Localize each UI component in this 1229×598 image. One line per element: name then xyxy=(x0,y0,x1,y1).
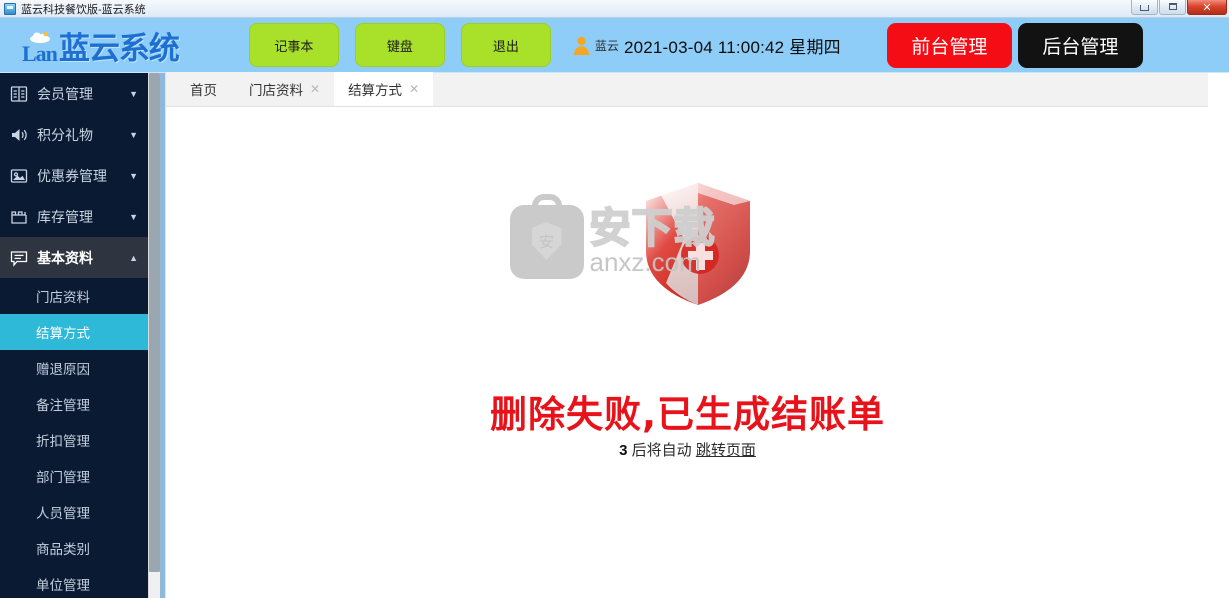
watermark-shield-icon: 安 xyxy=(531,222,562,260)
speech-bubble-icon xyxy=(8,248,30,268)
sidebar-subitem-settlement-method[interactable]: 结算方式 xyxy=(0,314,148,350)
back-office-button[interactable]: 后台管理 xyxy=(1017,22,1143,68)
sidebar-item-label: 基本资料 xyxy=(37,249,93,266)
address-book-icon xyxy=(8,84,30,104)
chevron-up-icon: ▲ xyxy=(129,252,138,263)
content-area: 首页 门店资料 ✕ 结算方式 ✕ 安 安下载 anxz.com 删除失败,已生成… xyxy=(165,72,1209,598)
sidebar-subitem-department-management[interactable]: 部门管理 xyxy=(0,458,148,494)
window-right-margin xyxy=(1208,73,1229,598)
tab-store-info[interactable]: 门店资料 ✕ xyxy=(235,72,335,106)
sidebar-subitem-store-info[interactable]: 门店资料 xyxy=(0,278,148,314)
sidebar-item-member-management[interactable]: 会员管理 ▼ xyxy=(0,73,148,114)
sidebar-subitem-remark-management[interactable]: 备注管理 xyxy=(0,386,148,422)
sidebar-navigation: 会员管理 ▼ 积分礼物 ▼ 优惠券管理 ▼ 库存管理 ▼ 基本资料 ▲ 门店资料… xyxy=(0,73,148,598)
app-logo: Lan 蓝云系统 xyxy=(22,25,180,67)
close-button[interactable]: ✕ xyxy=(1187,0,1227,15)
cloud-icon xyxy=(30,31,50,43)
sidebar-item-label: 库存管理 xyxy=(37,208,93,225)
user-name: 蓝云 xyxy=(594,38,619,53)
app-icon xyxy=(4,2,16,15)
countdown-seconds: 3 xyxy=(619,442,628,459)
sidebar-subitem-discount-management[interactable]: 折扣管理 xyxy=(0,422,148,458)
tab-label: 首页 xyxy=(190,83,217,98)
sidebar-item-label: 优惠券管理 xyxy=(37,167,107,184)
maximize-button[interactable] xyxy=(1159,0,1186,15)
sidebar-subitem-staff-management[interactable]: 人员管理 xyxy=(0,494,148,530)
window-controls: ✕ xyxy=(1131,0,1227,15)
logo-text: 蓝云系统 xyxy=(58,31,180,67)
user-info: 蓝云 2021-03-04 11:00:42 星期四 xyxy=(573,33,841,58)
countdown-text: 后将自动 xyxy=(631,442,692,459)
application-window: 蓝云科技餐饮版-蓝云系统 ✕ Lan 蓝云系统 记事本 键盘 退出 蓝云 202… xyxy=(0,0,1229,598)
watermark: 安 安下载 anxz.com xyxy=(509,194,716,279)
tab-close-icon[interactable]: ✕ xyxy=(409,82,419,96)
tab-bar: 首页 门店资料 ✕ 结算方式 ✕ xyxy=(166,72,1209,107)
chevron-down-icon: ▼ xyxy=(129,88,138,99)
mode-switch-buttons: 前台管理 后台管理 xyxy=(886,22,1143,68)
sidebar-item-coupon-management[interactable]: 优惠券管理 ▼ xyxy=(0,155,148,196)
current-datetime: 2021-03-04 11:00:42 星期四 xyxy=(623,37,841,57)
minimize-icon xyxy=(1140,5,1149,11)
hero-graphic: 安 安下载 anxz.com xyxy=(166,183,1209,322)
watermark-box-icon: 安 xyxy=(509,194,584,279)
sidebar-item-label: 积分礼物 xyxy=(37,126,93,143)
sidebar-item-inventory-management[interactable]: 库存管理 ▼ xyxy=(0,196,148,237)
logout-button[interactable]: 退出 xyxy=(460,23,551,67)
inventory-icon xyxy=(8,207,30,227)
tab-label: 结算方式 xyxy=(348,83,403,98)
window-title: 蓝云科技餐饮版-蓝云系统 xyxy=(21,3,146,16)
speaker-icon xyxy=(8,125,30,145)
tab-label: 门店资料 xyxy=(249,83,303,98)
tab-home[interactable]: 首页 xyxy=(166,72,235,106)
app-header: Lan 蓝云系统 记事本 键盘 退出 蓝云 2021-03-04 11:00:4… xyxy=(0,18,1229,73)
sidebar-subitem-product-category[interactable]: 商品类别 xyxy=(0,530,148,566)
message-panel: 安 安下载 anxz.com 删除失败,已生成结账单 3 后将自动 跳转页面 xyxy=(166,107,1209,598)
minimize-button[interactable] xyxy=(1131,0,1158,15)
logo-mark-text: Lan xyxy=(22,41,58,66)
user-icon xyxy=(573,36,590,55)
header-action-buttons: 记事本 键盘 退出 xyxy=(248,23,551,67)
window-title-bar: 蓝云科技餐饮版-蓝云系统 ✕ xyxy=(0,0,1229,18)
tab-settlement-method[interactable]: 结算方式 ✕ xyxy=(334,72,434,106)
sidebar-scrollbar-thumb[interactable] xyxy=(149,73,160,572)
redirect-countdown: 3 后将自动 跳转页面 xyxy=(166,439,1209,460)
sidebar-subitem-return-reason[interactable]: 赠退原因 xyxy=(0,350,148,386)
sidebar-item-points-gift[interactable]: 积分礼物 ▼ xyxy=(0,114,148,155)
chevron-down-icon: ▼ xyxy=(129,170,138,181)
notepad-button[interactable]: 记事本 xyxy=(248,23,339,67)
chevron-down-icon: ▼ xyxy=(129,211,138,222)
maximize-icon xyxy=(1168,3,1177,10)
sidebar-item-label: 会员管理 xyxy=(37,85,93,102)
watermark-handle xyxy=(531,194,562,212)
logo-mark: Lan xyxy=(22,31,58,66)
redirect-link[interactable]: 跳转页面 xyxy=(696,442,756,459)
chevron-down-icon: ▼ xyxy=(129,129,138,140)
watermark-title: 安下载 xyxy=(589,204,716,253)
keyboard-button[interactable]: 键盘 xyxy=(354,23,445,67)
watermark-text: 安下载 anxz.com xyxy=(589,204,716,277)
coupon-image-icon xyxy=(8,166,30,186)
error-message: 删除失败,已生成结账单 xyxy=(489,393,886,436)
front-desk-button[interactable]: 前台管理 xyxy=(886,22,1012,68)
watermark-url: anxz.com xyxy=(589,246,701,277)
sidebar-item-basic-data[interactable]: 基本资料 ▲ xyxy=(0,237,148,278)
tab-close-icon[interactable]: ✕ xyxy=(310,82,320,96)
sidebar-subitem-unit-management[interactable]: 单位管理 xyxy=(0,566,148,598)
